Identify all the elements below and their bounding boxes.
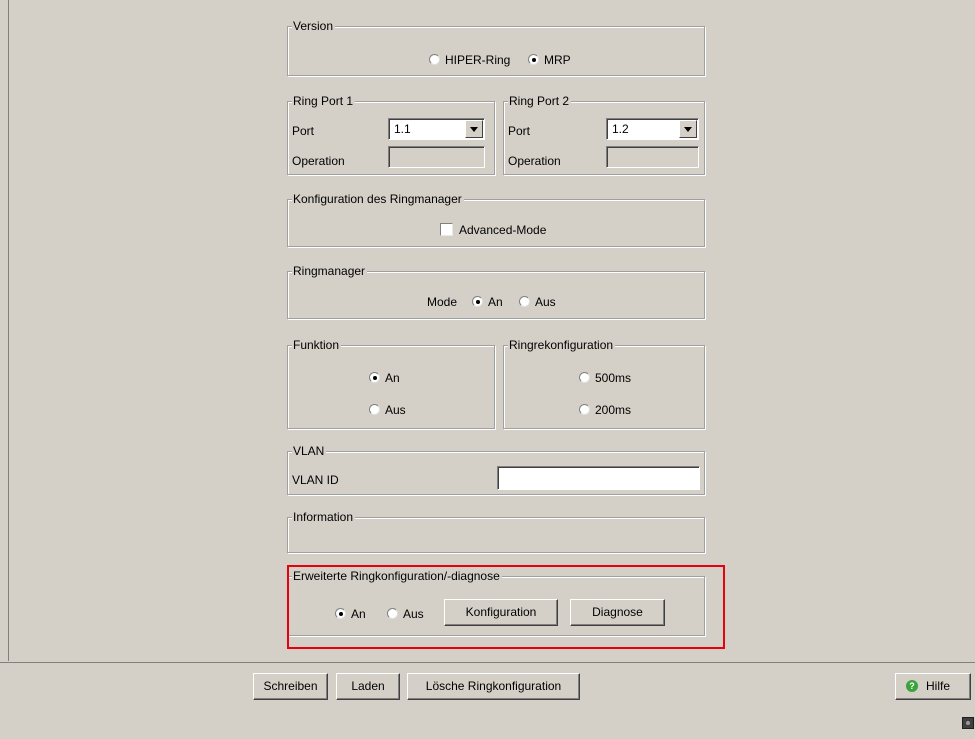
bottom-bar: Schreiben Laden Lösche Ringkonfiguration…	[0, 662, 975, 739]
schreiben-button[interactable]: Schreiben	[253, 673, 328, 700]
funktion-an-label: An	[385, 371, 400, 385]
funktion-an-radio[interactable]	[369, 372, 380, 383]
ringmanager-mode-label: Mode	[427, 295, 458, 309]
ring-port-2-port-label: Port	[508, 124, 531, 138]
vlan-id-label: VLAN ID	[292, 473, 339, 487]
ring-port-1-port-label: Port	[292, 124, 315, 138]
version-legend: Version	[292, 19, 336, 33]
vlan-group: VLAN VLAN ID	[287, 444, 705, 495]
chevron-down-icon[interactable]	[465, 120, 483, 138]
highlight-frame	[287, 565, 725, 649]
ring-port-2-legend: Ring Port 2	[508, 94, 572, 108]
funktion-group: Funktion An Aus	[287, 338, 495, 429]
funktion-legend: Funktion	[292, 338, 342, 352]
reconf-500ms-radio[interactable]	[579, 372, 590, 383]
ring-port-2-operation-field	[606, 146, 699, 168]
reconf-500ms-label: 500ms	[595, 371, 632, 385]
ring-port-2-port-select[interactable]: 1.2	[606, 118, 699, 140]
laden-button[interactable]: Laden	[336, 673, 400, 700]
funktion-aus-label: Aus	[385, 403, 406, 417]
ringrekonfiguration-group: Ringrekonfiguration 500ms 200ms	[503, 338, 705, 429]
information-legend: Information	[292, 510, 356, 524]
advanced-mode-label: Advanced-Mode	[459, 223, 547, 237]
hiper-ring-radio[interactable]	[429, 54, 440, 65]
vlan-legend: VLAN	[292, 444, 327, 458]
reconf-200ms-radio[interactable]	[579, 404, 590, 415]
ringmanager-config-group: Konfiguration des Ringmanager Advanced-M…	[287, 192, 705, 247]
vlan-id-input[interactable]	[497, 466, 700, 490]
ring-port-2-group: Ring Port 2 Port 1.2 Operation	[503, 94, 705, 175]
mrp-label: MRP	[544, 53, 571, 67]
hilfe-label: Hilfe	[926, 679, 951, 693]
ringrekonfiguration-legend: Ringrekonfiguration	[508, 338, 616, 352]
hilfe-button[interactable]: ? Hilfe	[895, 673, 971, 700]
ring-port-1-operation-field	[388, 146, 485, 168]
mrp-radio[interactable]	[528, 54, 539, 65]
information-group: Information	[287, 510, 705, 553]
ringmanager-aus-radio[interactable]	[519, 296, 530, 307]
funktion-aus-radio[interactable]	[369, 404, 380, 415]
content-panel: Version HIPER-Ring MRP Ring Port 1 Port …	[8, 0, 975, 661]
reconf-200ms-label: 200ms	[595, 403, 632, 417]
ringmanager-an-label: An	[488, 295, 503, 309]
ring-port-1-port-value: 1.1	[394, 122, 411, 136]
ring-port-2-port-value: 1.2	[612, 122, 629, 136]
ringmanager-aus-label: Aus	[535, 295, 556, 309]
help-icon: ?	[906, 680, 918, 692]
version-group: Version HIPER-Ring MRP	[287, 19, 705, 76]
ring-port-1-legend: Ring Port 1	[292, 94, 356, 108]
loesche-ringkonfiguration-button[interactable]: Lösche Ringkonfiguration	[407, 673, 580, 700]
ringmanager-config-legend: Konfiguration des Ringmanager	[292, 192, 464, 206]
status-indicator-icon	[962, 717, 974, 729]
ringmanager-group: Ringmanager Mode An Aus	[287, 264, 705, 319]
ring-port-1-operation-label: Operation	[292, 154, 345, 168]
ring-port-1-port-select[interactable]: 1.1	[388, 118, 485, 140]
ring-port-1-group: Ring Port 1 Port 1.1 Operation	[287, 94, 495, 175]
ringmanager-legend: Ringmanager	[292, 264, 368, 278]
hiper-ring-label: HIPER-Ring	[445, 53, 511, 67]
advanced-mode-checkbox[interactable]	[440, 223, 453, 236]
ring-port-2-operation-label: Operation	[508, 154, 561, 168]
chevron-down-icon[interactable]	[679, 120, 697, 138]
ringmanager-an-radio[interactable]	[472, 296, 483, 307]
